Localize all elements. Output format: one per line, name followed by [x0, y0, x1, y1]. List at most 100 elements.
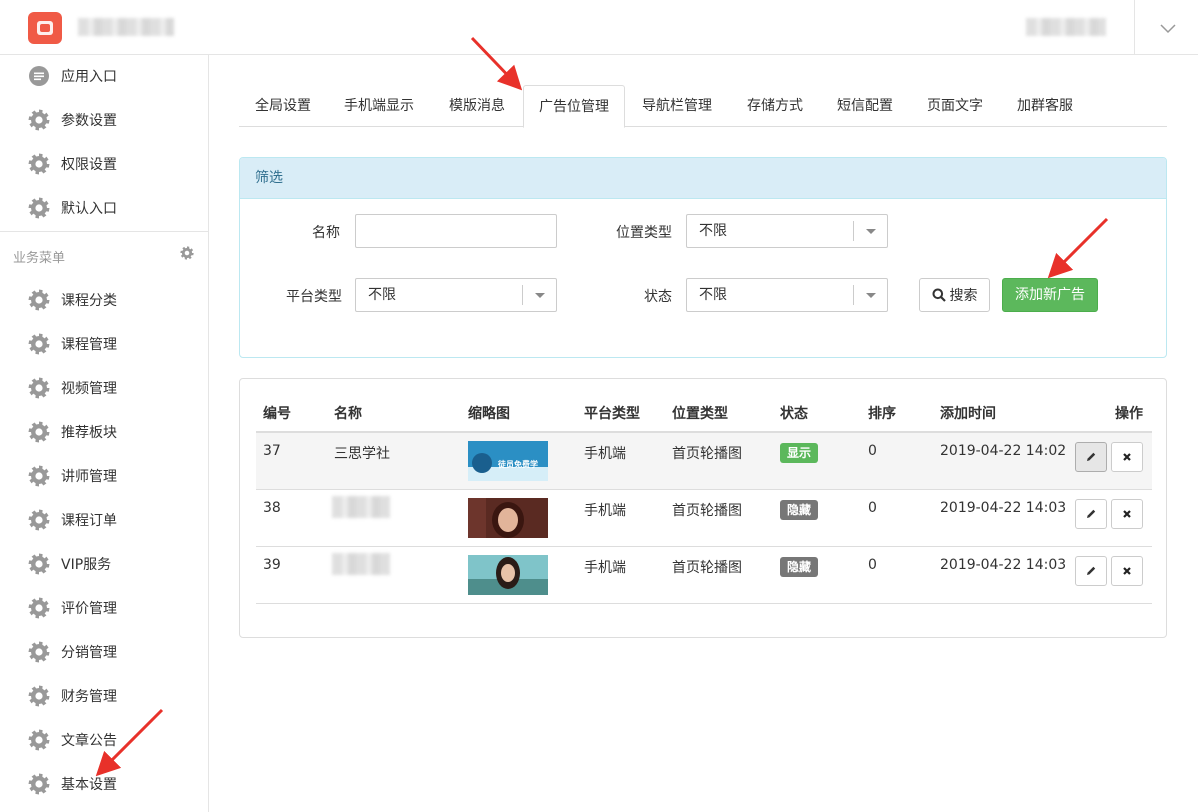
close-icon	[1123, 567, 1131, 575]
sidebar-item-review[interactable]: 评价管理	[28, 596, 117, 620]
settings-tabs: 全局设置 手机端显示 模版消息 广告位管理 导航栏管理 存储方式 短信配置 页面…	[239, 85, 1167, 128]
row-sort: 0	[868, 500, 877, 516]
gear-icon	[28, 729, 50, 751]
sidebar-item-distribution[interactable]: 分销管理	[28, 640, 117, 664]
edit-button[interactable]	[1075, 556, 1107, 586]
position-type-select[interactable]: 不限	[686, 214, 888, 248]
sidebar-item-course-order[interactable]: 课程订单	[28, 508, 117, 532]
sidebar-item-article[interactable]: 文章公告	[28, 728, 117, 752]
tab-navbar[interactable]: 导航栏管理	[633, 85, 721, 127]
add-ad-button[interactable]: 添加新广告	[1002, 278, 1098, 312]
row-name: 三思学社	[334, 446, 390, 462]
search-icon	[932, 288, 946, 302]
sidebar-item-teacher[interactable]: 讲师管理	[28, 464, 117, 488]
row-platform: 手机端	[584, 503, 626, 519]
close-icon	[1123, 453, 1131, 461]
delete-button[interactable]	[1111, 556, 1143, 586]
tab-group-service[interactable]: 加群客服	[1003, 85, 1087, 127]
tab-storage[interactable]: 存储方式	[733, 85, 817, 127]
sidebar-item-app-entry[interactable]: 应用入口	[28, 64, 117, 88]
sidebar-item-label: 财务管理	[61, 689, 117, 705]
status-select[interactable]: 不限	[686, 278, 888, 312]
caret-down-icon	[853, 285, 887, 305]
sidebar-item-label: 默认入口	[61, 201, 117, 217]
platform-type-label: 平台类型	[286, 289, 342, 305]
sidebar-item-label: 课程订单	[61, 513, 117, 529]
sidebar-item-permissions[interactable]: 权限设置	[28, 152, 117, 176]
sidebar-item-label: 课程管理	[61, 337, 117, 353]
column-header-sort: 排序	[868, 406, 896, 422]
sidebar-item-course-category[interactable]: 课程分类	[28, 288, 117, 312]
sidebar-divider	[0, 231, 209, 232]
sidebar-item-default-entry[interactable]: 默认入口	[28, 196, 117, 220]
tab-sms[interactable]: 短信配置	[823, 85, 907, 127]
platform-type-select[interactable]: 不限	[355, 278, 557, 312]
caret-down-icon	[853, 221, 887, 241]
edit-button[interactable]	[1075, 442, 1107, 472]
filter-panel: 筛选 名称 位置类型 不限 平台类型 不限 状态 不限 搜索 添加新广告	[239, 157, 1167, 358]
pencil-icon	[1087, 452, 1096, 461]
status-value: 不限	[699, 287, 727, 303]
column-header-status: 状态	[780, 406, 808, 422]
sidebar-item-label: 视频管理	[61, 381, 117, 397]
sidebar-item-vip[interactable]: VIP服务	[28, 552, 111, 576]
gear-icon	[28, 465, 50, 487]
sidebar-item-recommend[interactable]: 推荐板块	[28, 420, 117, 444]
row-time: 2019-04-22 14:03	[940, 500, 1067, 516]
sidebar-item-finance[interactable]: 财务管理	[28, 684, 117, 708]
sidebar: 应用入口 参数设置 权限设置 默认入口 业务菜单 课程分类 课程管理 视频管理 …	[0, 55, 209, 812]
sidebar-item-basic-settings[interactable]: 基本设置	[28, 772, 117, 796]
gear-icon	[28, 197, 50, 219]
gear-icon	[28, 289, 50, 311]
gear-icon	[28, 109, 50, 131]
gear-icon	[28, 421, 50, 443]
row-sort: 0	[868, 443, 877, 459]
filter-panel-title: 筛选	[240, 158, 1166, 199]
sidebar-item-label: 推荐板块	[61, 425, 117, 441]
ad-thumbnail-image	[468, 498, 548, 538]
edit-button[interactable]	[1075, 499, 1107, 529]
sidebar-item-label: 应用入口	[61, 69, 117, 85]
search-button[interactable]: 搜索	[919, 278, 990, 312]
gear-icon	[28, 685, 50, 707]
column-header-platform: 平台类型	[584, 406, 640, 422]
tab-template-message[interactable]: 模版消息	[437, 85, 517, 127]
row-platform: 手机端	[584, 560, 626, 576]
user-name-redacted[interactable]	[1026, 18, 1106, 36]
tab-mobile-display[interactable]: 手机端显示	[333, 85, 425, 127]
chevron-down-icon[interactable]	[1158, 18, 1178, 38]
row-id: 38	[263, 500, 281, 516]
tab-page-text[interactable]: 页面文字	[913, 85, 997, 127]
top-bar	[0, 0, 1198, 55]
column-header-position: 位置类型	[672, 406, 728, 422]
platform-type-value: 不限	[368, 287, 396, 303]
sidebar-item-course-manage[interactable]: 课程管理	[28, 332, 117, 356]
table-row: 38 手机端 首页轮播图 隐藏 0 2019-04-22 14:03	[256, 490, 1152, 547]
pencil-icon	[1087, 566, 1096, 575]
name-input[interactable]	[355, 214, 557, 248]
app-logo[interactable]	[28, 12, 62, 44]
sidebar-item-label: 课程分类	[61, 293, 117, 309]
sidebar-item-label: 讲师管理	[61, 469, 117, 485]
status-label: 状态	[644, 289, 672, 305]
gear-icon	[28, 553, 50, 575]
ad-thumbnail-image: 徒员免费学	[468, 441, 548, 481]
tab-ad-position[interactable]: 广告位管理	[523, 85, 625, 128]
sidebar-item-label: 基本设置	[61, 777, 117, 793]
row-sort: 0	[868, 557, 877, 573]
delete-button[interactable]	[1111, 499, 1143, 529]
tab-global[interactable]: 全局设置	[239, 85, 327, 127]
column-header-time: 添加时间	[940, 406, 996, 422]
ad-thumbnail-image	[468, 555, 548, 595]
caret-down-icon	[522, 285, 556, 305]
section-settings-gear-icon[interactable]	[180, 246, 194, 260]
gear-icon	[28, 641, 50, 663]
column-header-name: 名称	[334, 406, 362, 422]
row-position: 首页轮播图	[672, 446, 742, 462]
name-label: 名称	[312, 225, 340, 241]
delete-button[interactable]	[1111, 442, 1143, 472]
status-badge: 隐藏	[780, 500, 819, 520]
sidebar-item-video-manage[interactable]: 视频管理	[28, 376, 117, 400]
sidebar-item-label: VIP服务	[61, 557, 112, 573]
sidebar-item-params[interactable]: 参数设置	[28, 108, 117, 132]
